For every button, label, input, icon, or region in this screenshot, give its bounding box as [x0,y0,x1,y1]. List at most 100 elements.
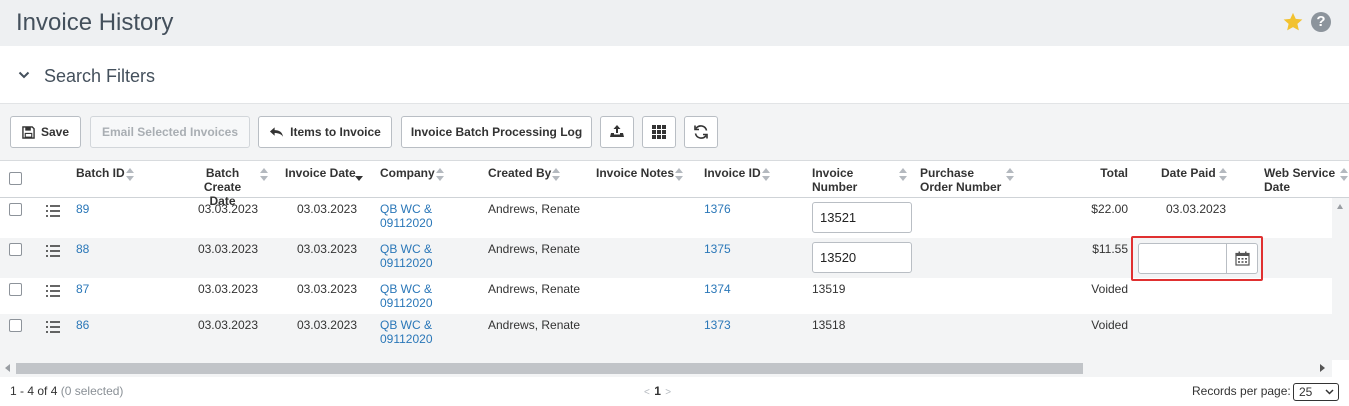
invoice-date: 03.03.2023 [296,282,357,296]
col-total[interactable]: Total [1068,166,1128,180]
sort-icon[interactable] [1340,168,1349,182]
col-company[interactable]: Company [380,166,435,180]
sort-icon[interactable] [1006,168,1015,182]
company-link[interactable]: QB WC & 09112020 [380,242,433,270]
search-filters-title[interactable]: Search Filters [44,66,155,87]
batch-id-link[interactable]: 89 [76,202,89,216]
chevron-down-icon[interactable] [18,70,30,80]
batch-id-link[interactable]: 87 [76,282,89,296]
col-batch-create-date-line1: Batch Create [203,166,242,194]
invoice-batch-processing-log-label: Invoice Batch Processing Log [410,125,583,139]
select-all-checkbox[interactable] [9,172,22,185]
star-icon[interactable] [1282,11,1304,33]
current-page[interactable]: 1 [654,384,661,398]
scroll-left-icon[interactable] [5,364,10,372]
horizontal-scrollbar[interactable] [0,360,1332,377]
col-invoice-date[interactable]: Invoice Date [285,166,356,180]
table-row[interactable]: 87 03.03.2023 03.03.2023 QB WC & 0911202… [0,278,1332,314]
col-date-paid[interactable]: Date Paid [1161,166,1216,180]
invoice-number: 13519 [812,282,846,296]
col-po-number[interactable]: Purchase Order Number [920,166,1001,194]
sort-desc-icon[interactable] [355,168,364,182]
company-line1: QB WC & [380,282,433,296]
help-icon[interactable]: ? [1311,12,1331,32]
batch-id-link[interactable]: 86 [76,318,89,332]
row-checkbox[interactable] [9,283,22,296]
grid-footer: 1 - 4 of 4 (0 selected) < 1 > Records pe… [0,377,1349,406]
batch-create-date: 03.03.2023 [197,318,258,332]
invoice-id-link[interactable]: 1373 [704,318,731,332]
column-chooser-button[interactable] [642,116,676,148]
col-po-number-line1: Purchase [920,166,975,180]
date-paid: 03.03.2023 [1166,202,1227,216]
grid-header: Batch ID Batch Create Date Invoice Date … [0,160,1349,208]
invoice-id-link[interactable]: 1374 [704,282,731,296]
sort-icon[interactable] [675,168,684,182]
sort-icon[interactable] [1219,168,1228,182]
records-per-page-label: Records per page: [1192,384,1291,398]
row-checkbox[interactable] [9,203,22,216]
col-invoice-id-label: Invoice ID [704,166,761,180]
col-invoice-number-line1: Invoice [812,166,854,180]
save-button[interactable]: Save [10,116,81,148]
refresh-button[interactable] [684,116,718,148]
col-invoice-date-label: Invoice Date [285,166,356,180]
col-invoice-id[interactable]: Invoice ID [704,166,761,180]
invoice-id-link[interactable]: 1376 [704,202,731,216]
search-filters-bar[interactable]: Search Filters [0,46,1349,104]
invoice-number-input[interactable]: 13520 [812,242,912,273]
company-line2: 09112020 [380,332,433,346]
sort-icon[interactable] [126,168,135,182]
sort-icon[interactable] [899,168,908,182]
invoice-batch-processing-log-button[interactable]: Invoice Batch Processing Log [401,116,592,148]
company-link[interactable]: QB WC & 09112020 [380,282,433,310]
page-title: Invoice History [16,9,174,36]
company-line2: 09112020 [380,216,433,230]
items-to-invoice-button[interactable]: Items to Invoice [258,116,392,148]
batch-id-link[interactable]: 88 [76,242,89,256]
col-total-label: Total [1100,166,1128,180]
horizontal-scroll-thumb[interactable] [16,363,1083,374]
row-checkbox[interactable] [9,319,22,332]
arrow-left-icon [270,127,284,137]
col-batch-id[interactable]: Batch ID [76,166,125,180]
email-selected-invoices-button[interactable]: Email Selected Invoices [90,116,250,148]
row-checkbox[interactable] [9,243,22,256]
invoice-date: 03.03.2023 [296,242,357,256]
next-page-button[interactable]: > [665,387,671,398]
export-button[interactable] [600,116,634,148]
col-invoice-notes[interactable]: Invoice Notes [596,166,674,180]
list-menu-icon[interactable] [46,321,60,333]
records-per-page-select[interactable]: 25 [1293,383,1339,401]
date-paid-input[interactable] [1138,243,1258,274]
company-link[interactable]: QB WC & 09112020 [380,318,433,346]
sort-icon[interactable] [762,168,771,182]
col-created-by[interactable]: Created By [488,166,551,180]
list-menu-icon[interactable] [46,285,60,297]
vertical-scrollbar[interactable] [1332,198,1349,360]
col-web-service-date[interactable]: Web Service Date [1264,166,1335,194]
sort-icon[interactable] [436,168,445,182]
calendar-button[interactable] [1226,244,1257,273]
company-link[interactable]: QB WC & 09112020 [380,202,433,230]
col-company-label: Company [380,166,435,180]
total: Voided [1091,318,1128,332]
record-count: 1 - 4 of 4 (0 selected) [10,384,123,398]
scroll-up-icon[interactable] [1337,204,1343,209]
invoice-id-link[interactable]: 1375 [704,242,731,256]
total: $22.00 [1091,202,1128,216]
prev-page-button[interactable]: < [644,387,650,398]
sort-icon[interactable] [552,168,561,182]
invoice-number-input[interactable]: 13521 [812,202,912,233]
sort-icon[interactable] [260,168,269,182]
col-web-service-date-line2: Date [1264,180,1291,194]
invoice-number: 13518 [812,318,846,332]
table-row[interactable]: 89 03.03.2023 03.03.2023 QB WC & 0911202… [0,198,1332,238]
list-menu-icon[interactable] [46,245,60,257]
export-icon [610,125,624,137]
col-invoice-number[interactable]: Invoice Number [812,166,857,194]
scroll-right-icon[interactable] [1320,364,1325,372]
list-menu-icon[interactable] [46,205,60,217]
save-button-label: Save [40,125,70,139]
table-row[interactable]: 86 03.03.2023 03.03.2023 QB WC & 0911202… [0,314,1332,360]
